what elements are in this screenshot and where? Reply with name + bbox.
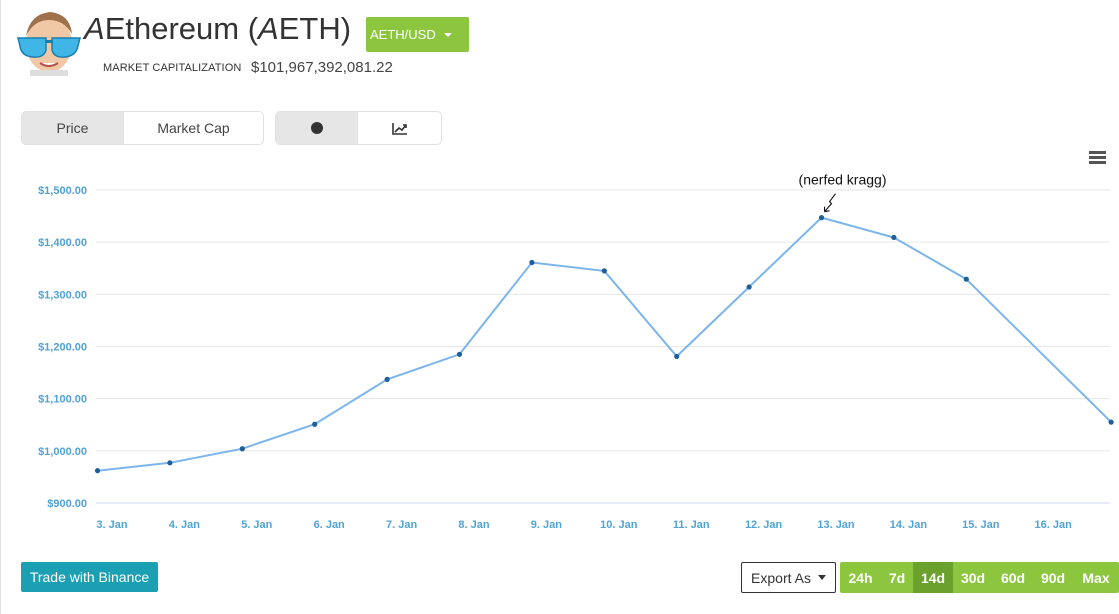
y-tick-label: $900.00 [47,498,87,510]
data-point [384,376,390,382]
metric-toggle: Price Market Cap [21,111,264,145]
x-tick-label: 4. Jan [169,519,200,531]
range-90d-button[interactable]: 90d [1033,562,1073,593]
price-chart: $900.00 $1,000.00 $1,100.00 $1,200.00 $1,300… [38,172,1114,531]
chevron-down-icon [443,32,452,37]
x-tick-label: 16. Jan [1035,519,1073,531]
x-tick-label: 3. Jan [96,519,127,531]
x-tick-label: 8. Jan [458,519,489,531]
chevron-down-icon [817,575,826,580]
range-30d-button[interactable]: 30d [953,562,993,593]
chart-grid [96,189,1110,504]
x-tick-label: 10. Jan [600,519,638,531]
data-point [94,468,101,474]
scatter-style-button[interactable] [276,112,357,144]
dot-icon [310,122,323,134]
x-tick-label: 14. Jan [890,519,928,531]
market-cap-tab[interactable]: Market Cap [123,112,263,144]
x-tick-label: 7. Jan [386,519,417,531]
chart-annotation: (nerfed kragg) [799,172,887,213]
pair-selector-button[interactable]: AETH/USD [366,17,469,52]
data-point [746,284,752,290]
time-range-selector: 24h 7d 14d 30d 60d 90d Max [840,562,1119,593]
price-series-line [97,216,1112,472]
y-tick-label: $1,000.00 [38,446,87,458]
market-cap-label: MARKET CAPITALIZATION [103,62,242,74]
data-point [963,276,969,282]
data-point [239,446,245,452]
line-style-button[interactable] [357,112,441,144]
y-tick-label: $1,200.00 [38,342,87,354]
title-mid: A [258,11,279,46]
title-prefix: A [84,11,105,46]
coin-title: AEthereum (AETH) [84,11,351,47]
data-point [167,460,173,466]
x-tick-label: 5. Jan [241,519,272,531]
trade-with-binance-button[interactable]: Trade with Binance [21,562,158,592]
range-7d-button[interactable]: 7d [881,562,913,593]
range-24h-button[interactable]: 24h [840,562,881,593]
title-main: Ethereum ( [104,11,259,46]
data-point [456,351,463,357]
line-chart-icon [391,122,407,135]
x-tick-label: 13. Jan [817,519,855,531]
range-60d-button[interactable]: 60d [993,562,1033,593]
y-tick-label: $1,500.00 [38,185,87,197]
y-axis-ticks: $900.00 $1,000.00 $1,100.00 $1,200.00 $1,300… [38,185,87,510]
export-as-label: Export As [751,569,811,586]
y-tick-label: $1,400.00 [38,237,87,249]
data-point [601,268,607,274]
x-tick-label: 6. Jan [314,519,345,531]
coin-avatar [17,12,81,76]
range-14d-button[interactable]: 14d [913,562,953,593]
price-tab[interactable]: Price [22,112,123,144]
range-max-button[interactable]: Max [1073,562,1119,593]
annotation-label: (nerfed kragg) [799,172,887,188]
annotation-arrow [823,193,836,213]
x-tick-label: 11. Jan [673,519,710,531]
data-point [891,234,897,241]
y-tick-label: $1,300.00 [38,289,87,301]
chart-style-toggle [275,111,442,145]
data-point [312,421,318,427]
data-point [674,353,680,360]
x-axis-ticks: 3. Jan 4. Jan 5. Jan 6. Jan 7. Jan 8. Jan 9. J… [96,519,1072,531]
export-as-button[interactable]: Export As [741,562,836,593]
data-point [818,215,825,221]
market-cap-value: $101,967,392,081.22 [251,59,393,76]
y-tick-label: $1,100.00 [38,394,87,406]
x-tick-label: 9. Jan [531,519,562,531]
price-points [94,215,1114,474]
title-end: ETH) [278,11,352,46]
x-tick-label: 12. Jan [745,519,783,531]
data-point [1108,419,1114,425]
x-tick-label: 15. Jan [962,519,1000,531]
data-point [529,259,535,266]
pair-selector-label: AETH/USD [370,27,436,42]
